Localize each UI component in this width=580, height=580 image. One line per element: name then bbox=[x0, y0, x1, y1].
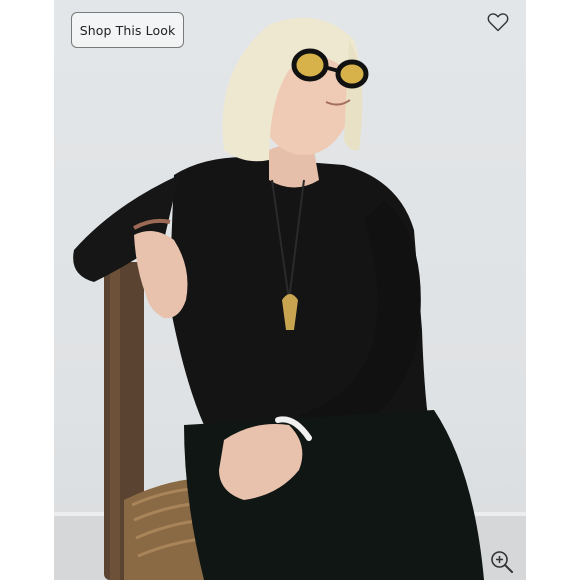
product-photo[interactable] bbox=[54, 0, 526, 580]
heart-outline-icon[interactable] bbox=[486, 10, 510, 34]
product-image-viewer: Shop This Look bbox=[0, 0, 580, 580]
shop-this-look-label: Shop This Look bbox=[79, 22, 176, 38]
shop-this-look-button[interactable]: Shop This Look bbox=[71, 12, 184, 48]
zoom-in-icon[interactable] bbox=[489, 549, 515, 575]
